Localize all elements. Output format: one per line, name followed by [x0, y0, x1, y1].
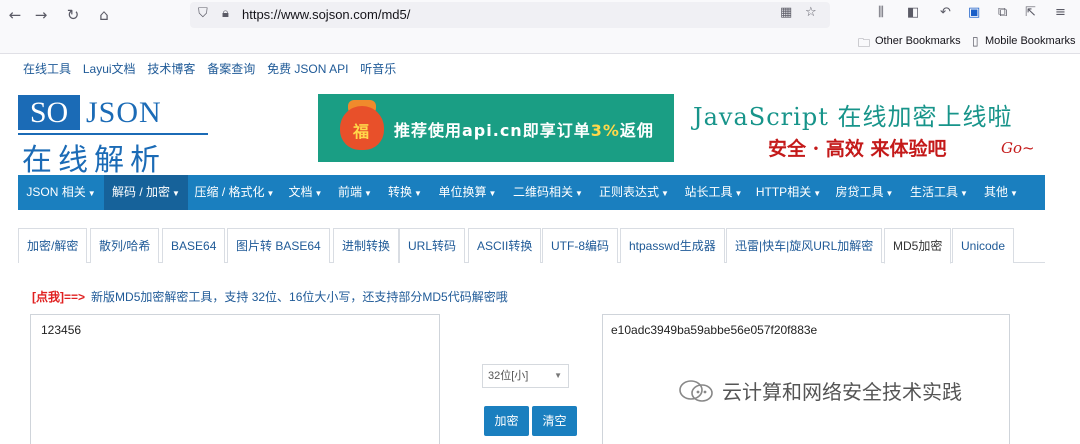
- nav-life[interactable]: 生活工具 ▼: [902, 175, 976, 210]
- tab-ascii[interactable]: ASCII转换: [468, 228, 542, 263]
- top-link-api[interactable]: 免费 JSON API: [267, 62, 348, 76]
- qr-code-icon[interactable]: ▦: [780, 5, 792, 20]
- tab-htpasswd[interactable]: htpasswd生成器: [620, 228, 725, 263]
- md5-input-textarea[interactable]: 123456: [30, 314, 440, 444]
- promo-title[interactable]: JavaScript 在线加密上线啦: [693, 97, 1012, 132]
- nav-compress-format[interactable]: 压缩 / 格式化 ▼: [188, 175, 281, 210]
- tool-tabs: 加密/解密 散列/哈希 BASE64 图片转 BASE64 进制转换 URL转码…: [18, 226, 1045, 264]
- tab-image-base64[interactable]: 图片转 BASE64: [227, 228, 330, 263]
- nav-convert[interactable]: 转换 ▼: [380, 175, 430, 210]
- clear-button[interactable]: 清空: [532, 406, 577, 436]
- ad-banner[interactable]: 福 推荐使用api.cn即享订单3%返佣: [318, 94, 674, 162]
- chevron-down-icon: ▼: [554, 371, 562, 380]
- site-top-links: 在线工具 Layui文档 技术博客 备案查询 免费 JSON API 听音乐: [23, 60, 404, 78]
- nav-webmaster[interactable]: 站长工具 ▼: [677, 175, 750, 210]
- tab-hash[interactable]: 散列/哈希: [90, 228, 160, 263]
- lucky-bag-icon: 福: [340, 106, 384, 150]
- bookmarks-bar: 🗀︎ Other Bookmarks ▯ Mobile Bookmarks: [0, 30, 1080, 54]
- tab-utf8[interactable]: UTF-8编码: [542, 228, 618, 263]
- home-icon[interactable]: ⌂: [93, 4, 115, 26]
- mobile-icon: ▯: [972, 34, 979, 48]
- site-logo[interactable]: SO JSON 在线解析: [18, 95, 208, 178]
- encrypt-button[interactable]: 加密: [484, 406, 529, 436]
- url-text[interactable]: https://www.sojson.com/md5/: [242, 7, 410, 22]
- tab-thunder-url[interactable]: 迅雷|快车|旋风URL加解密: [726, 228, 883, 263]
- nav-docs[interactable]: 文档 ▼: [281, 175, 330, 210]
- tab-encrypt-decrypt[interactable]: 加密/解密: [18, 228, 88, 263]
- menu-icon[interactable]: ≡: [1055, 5, 1066, 20]
- md5-notice: [点我]==> 新版MD5加密解密工具，支持 32位、16位大小写，还支持部分MD…: [32, 288, 508, 305]
- md5-mode-select[interactable]: 32位[小] ▼: [482, 364, 569, 388]
- address-bar[interactable]: ⛉ 🔒︎ https://www.sojson.com/md5/: [190, 2, 830, 28]
- top-link-music[interactable]: 听音乐: [360, 62, 396, 76]
- nav-decode-encrypt[interactable]: 解码 / 加密 ▼: [104, 175, 188, 210]
- top-link-icp[interactable]: 备案查询: [207, 62, 255, 76]
- nav-unit[interactable]: 单位换算 ▼: [430, 175, 505, 210]
- mobile-bookmarks[interactable]: Mobile Bookmarks: [985, 35, 1075, 47]
- logo-cn: 在线解析: [22, 143, 166, 178]
- lock-icon[interactable]: 🔒︎: [222, 6, 229, 21]
- shield-icon[interactable]: ⛉: [198, 6, 208, 21]
- forward-icon[interactable]: →: [30, 4, 52, 26]
- main-nav: JSON 相关 ▼ 解码 / 加密 ▼ 压缩 / 格式化 ▼ 文档 ▼ 前端 ▼ 转换 ▼ …: [18, 175, 1045, 210]
- nav-json[interactable]: JSON 相关 ▼: [18, 175, 104, 210]
- tab-url-encode[interactable]: URL转码: [399, 228, 466, 263]
- extension-icon[interactable]: ▣: [968, 5, 980, 20]
- watermark-text: 云计算和网络安全技术实践: [722, 380, 962, 404]
- banner-text: 推荐使用api.cn即享订单3%返佣: [394, 121, 654, 140]
- reload-icon[interactable]: ↻: [62, 4, 84, 26]
- notice-click-tag[interactable]: [点我]: [32, 290, 64, 304]
- nav-other[interactable]: 其他 ▼: [976, 175, 1026, 210]
- folder-icon: 🗀︎: [858, 36, 871, 50]
- logo-so: SO: [18, 95, 80, 130]
- browser-toolbar: ← → ↻ ⌂ ⛉ 🔒︎ https://www.sojson.com/md5/…: [0, 0, 1080, 30]
- back-icon[interactable]: ←: [4, 4, 26, 26]
- tab-radix[interactable]: 进制转换: [333, 228, 400, 263]
- logo-json: JSON: [86, 96, 162, 129]
- nav-qrcode[interactable]: 二维码相关 ▼: [505, 175, 591, 210]
- top-link-online-tools[interactable]: 在线工具: [23, 62, 71, 76]
- nav-frontend[interactable]: 前端 ▼: [330, 175, 380, 210]
- share-icon[interactable]: ⇱: [1025, 5, 1036, 20]
- tab-base64[interactable]: BASE64: [162, 228, 226, 263]
- library-icon[interactable]: ⫼: [878, 5, 884, 20]
- sidebar-icon[interactable]: ◧: [907, 5, 919, 20]
- top-link-blog[interactable]: 技术博客: [147, 62, 195, 76]
- extensions-icon[interactable]: ⧉: [998, 5, 1007, 20]
- nav-mortgage[interactable]: 房贷工具 ▼: [827, 175, 902, 210]
- nav-http[interactable]: HTTP相关 ▼: [750, 175, 827, 210]
- wechat-logo-icon: [679, 380, 713, 402]
- promo-subtitle[interactable]: 安全 · 高效 来体验吧: [768, 134, 946, 161]
- undo-icon[interactable]: ↶: [940, 5, 951, 20]
- tab-md5[interactable]: MD5加密: [884, 228, 952, 264]
- bookmark-star-icon[interactable]: ☆: [805, 5, 817, 20]
- notice-arrow: ==>: [64, 290, 86, 304]
- promo-go[interactable]: Go~: [1001, 139, 1035, 157]
- notice-text[interactable]: 新版MD5加密解密工具，支持 32位、16位大小写，还支持部分MD5代码解密哦: [91, 290, 508, 304]
- other-bookmarks[interactable]: Other Bookmarks: [875, 35, 961, 47]
- nav-regex[interactable]: 正则表达式 ▼: [591, 175, 677, 210]
- tab-unicode[interactable]: Unicode: [952, 228, 1015, 263]
- top-link-layui[interactable]: Layui文档: [83, 62, 136, 76]
